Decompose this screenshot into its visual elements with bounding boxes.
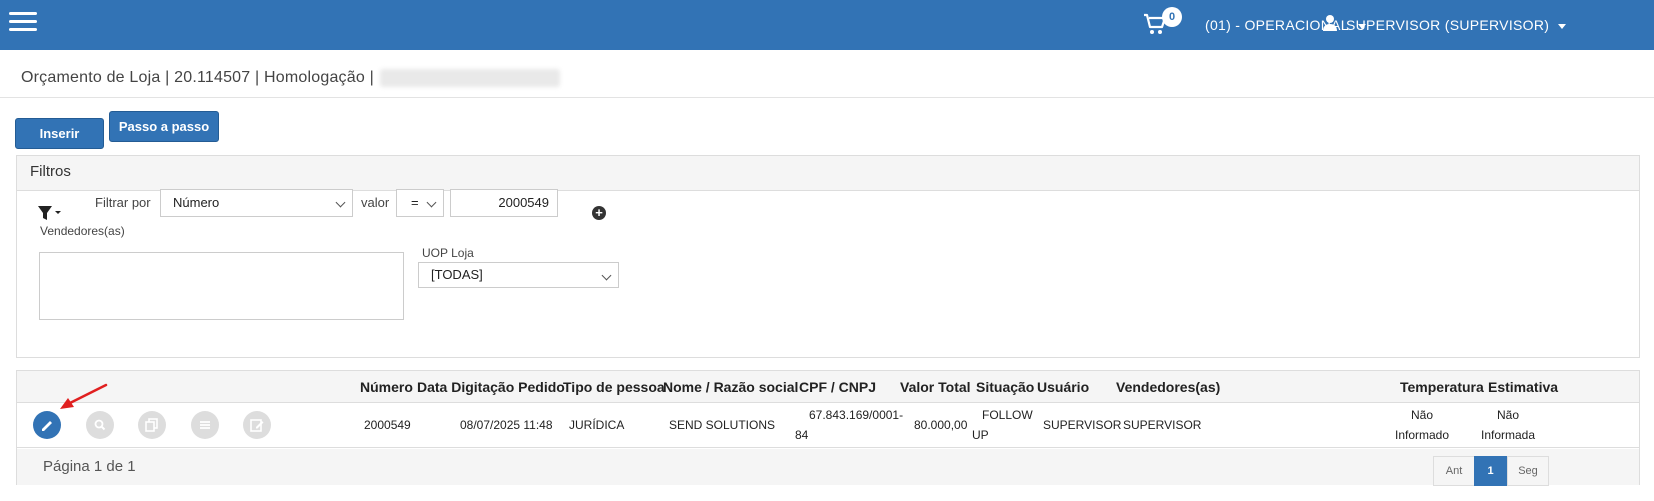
table-row[interactable]: 2000549 08/07/2025 11:48 JURÍDICA SEND S… — [17, 403, 1639, 448]
cell-estimativa: Não Informada — [1477, 405, 1539, 445]
cell-data: 08/07/2025 11:48 — [460, 418, 553, 432]
copy-icon — [145, 418, 158, 432]
column-header[interactable]: Vendedores(as) — [1116, 379, 1220, 395]
uop-select[interactable]: [TODAS] — [418, 262, 619, 288]
results-grid: Número Data Digitação Pedido Tipo de pes… — [16, 370, 1640, 486]
operator-value: = — [411, 195, 419, 210]
situacao-line-1: FOLLOW — [982, 408, 1033, 422]
pencil-icon — [42, 421, 52, 431]
temperatura-line-1: Não — [1410, 408, 1433, 422]
sellers-label: Vendedores(as) — [40, 224, 125, 238]
user-icon — [1323, 15, 1337, 31]
cell-situacao: FOLLOW UP — [970, 405, 1033, 445]
operator-select[interactable]: = — [396, 189, 444, 217]
filter-by-select[interactable]: Número — [160, 189, 353, 217]
cnpj-line-2: 84 — [795, 428, 809, 442]
chevron-down-icon — [335, 197, 346, 208]
estimativa-line-2: Informada — [1480, 428, 1536, 442]
copy-button[interactable] — [138, 411, 166, 439]
next-page-button[interactable]: Seg — [1507, 456, 1549, 486]
grid-footer: Página 1 de 1 Ant 1 Seg — [17, 449, 1639, 486]
menu-icon[interactable] — [9, 12, 37, 32]
add-filter-icon[interactable]: + — [592, 206, 606, 220]
column-header[interactable]: Estimativa — [1488, 379, 1558, 395]
uop-value: [TODAS] — [431, 267, 483, 282]
filter-by-value: Número — [173, 195, 220, 210]
value-input[interactable]: 2000549 — [450, 189, 558, 217]
column-header[interactable]: CPF / CNPJ — [799, 379, 876, 395]
user-menu[interactable]: SUPERVISOR (SUPERVISOR) — [1346, 17, 1567, 33]
column-header[interactable]: Nome / Razão social — [663, 379, 798, 395]
temperatura-line-2: Informado — [1394, 428, 1450, 442]
prev-page-button[interactable]: Ant — [1433, 456, 1475, 486]
cell-usuario: SUPERVISOR — [1043, 418, 1122, 432]
cell-nome: SEND SOLUTIONS — [669, 418, 776, 432]
page-info: Página 1 de 1 — [43, 458, 136, 475]
chevron-down-icon — [601, 270, 612, 281]
filters-panel: Filtros Filtrar por Número valor = 20005… — [16, 155, 1640, 358]
column-header[interactable]: Valor Total — [900, 379, 971, 395]
cnpj-line-1: 67.843.169/0001- — [809, 408, 904, 422]
column-header[interactable]: Situação — [976, 379, 1034, 395]
divider — [0, 97, 1654, 98]
column-header[interactable]: Temperatura — [1400, 379, 1484, 395]
filter-icon[interactable] — [37, 204, 63, 222]
column-header[interactable]: Tipo de pessoa — [563, 379, 665, 395]
top-navbar: 0 (01) - OPERACIONAL SUPERVISOR (SUPERVI… — [0, 0, 1654, 50]
step-by-step-button[interactable]: Passo a passo — [109, 111, 219, 142]
insert-button[interactable]: Inserir — [15, 118, 104, 149]
user-label: SUPERVISOR (SUPERVISOR) — [1346, 17, 1550, 33]
redacted-text — [379, 69, 560, 87]
store-selector[interactable]: (01) - OPERACIONAL — [1205, 17, 1366, 33]
list-icon — [200, 421, 210, 429]
details-button[interactable] — [191, 411, 219, 439]
situacao-line-2: UP — [972, 428, 989, 442]
cart-count-badge: 0 — [1162, 7, 1182, 27]
notes-button[interactable] — [243, 411, 271, 439]
cell-vendedores: SUPERVISOR — [1123, 418, 1202, 432]
edit-note-icon — [250, 419, 264, 432]
chevron-down-icon — [1558, 23, 1567, 29]
chevron-down-icon — [426, 197, 437, 208]
cell-valor: 80.000,00 — [914, 418, 968, 432]
page-title-text: Orçamento de Loja | 20.114507 | Homologa… — [21, 69, 374, 87]
view-button[interactable] — [86, 411, 114, 439]
column-header[interactable]: Usuário — [1037, 379, 1089, 395]
cell-tipo: JURÍDICA — [569, 418, 625, 432]
column-header[interactable]: Número — [360, 379, 413, 395]
cell-temperatura: Não Informado — [1389, 405, 1455, 445]
estimativa-line-1: Não — [1496, 408, 1519, 422]
edit-budget-button[interactable] — [33, 411, 61, 439]
annotation-arrow — [60, 383, 108, 409]
page-title: Orçamento de Loja | 20.114507 | Homologa… — [21, 69, 560, 87]
grid-header: Número Data Digitação Pedido Tipo de pes… — [17, 371, 1639, 403]
uop-label: UOP Loja — [422, 246, 474, 260]
filters-title: Filtros — [17, 156, 1639, 191]
column-header[interactable]: Data Digitação Pedido — [417, 379, 565, 395]
cell-numero: 2000549 — [364, 418, 411, 432]
page-1-button[interactable]: 1 — [1474, 456, 1507, 486]
value-label: valor — [361, 195, 390, 210]
sellers-textarea[interactable] — [39, 252, 404, 320]
cell-cnpj: 67.843.169/0001- 84 — [791, 405, 904, 445]
search-icon — [94, 419, 106, 431]
filter-by-label: Filtrar por — [95, 195, 151, 210]
